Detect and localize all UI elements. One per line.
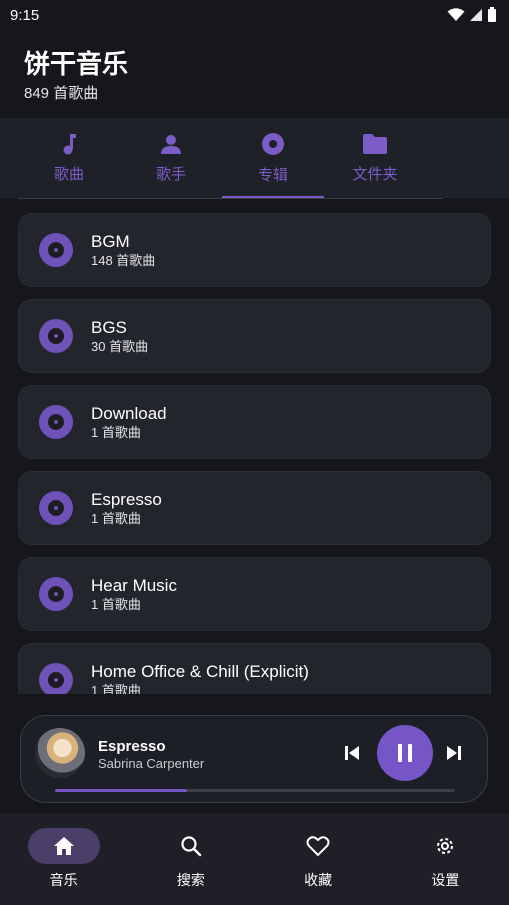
album-item[interactable]: Download 1 首歌曲 [18, 385, 491, 459]
album-item[interactable]: BGM 148 首歌曲 [18, 213, 491, 287]
bottom-nav: 音乐 搜索 收藏 设置 [0, 814, 509, 905]
album-name: BGM [91, 232, 130, 251]
disc-icon [262, 132, 284, 155]
nav-icon-container [155, 828, 227, 864]
status-icons [447, 7, 497, 23]
skip-next-icon[interactable] [445, 744, 463, 762]
nav-label: 设置 [431, 872, 460, 888]
album-item[interactable]: BGS 30 首歌曲 [18, 299, 491, 373]
nav-label: 收藏 [304, 872, 333, 888]
album-name: Hear Music [91, 576, 177, 595]
progress-fill [55, 789, 187, 792]
disc-icon [39, 233, 73, 267]
heart-icon [306, 836, 330, 857]
home-icon [53, 837, 74, 855]
album-song-count: 1 首歌曲 [91, 597, 141, 612]
nav-search[interactable]: 搜索 [141, 828, 241, 890]
album-name: Download [91, 404, 167, 423]
nav-indicator [27, 828, 100, 864]
nav-settings[interactable]: 设置 [395, 828, 495, 890]
pause-icon [398, 744, 412, 762]
tab-artists[interactable]: 歌手 [120, 118, 222, 198]
battery-icon [488, 7, 496, 22]
music-note-icon [63, 133, 76, 154]
status-time: 9:15 [10, 6, 40, 24]
album-song-count: 148 首歌曲 [91, 253, 156, 268]
folder-icon [363, 133, 387, 154]
person-icon [161, 134, 181, 154]
tab-songs[interactable]: 歌曲 [18, 118, 120, 198]
nav-label: 音乐 [49, 872, 78, 888]
wifi-icon [447, 8, 465, 21]
album-item[interactable]: Hear Music 1 首歌曲 [18, 557, 491, 631]
track-title: Espresso [98, 738, 166, 755]
tab-label: 歌手 [155, 165, 186, 183]
track-artist: Sabrina Carpenter [98, 756, 205, 771]
app-header: 饼干音乐 849 首歌曲 [0, 30, 509, 118]
disc-icon [39, 319, 73, 353]
album-name: Espresso [91, 490, 162, 509]
mini-player[interactable]: Espresso Sabrina Carpenter [20, 715, 488, 803]
search-icon [181, 836, 202, 857]
signal-icon [470, 9, 482, 21]
app-title: 饼干音乐 [24, 49, 129, 79]
album-song-count: 1 首歌曲 [91, 683, 141, 694]
pause-button[interactable] [377, 725, 433, 781]
nav-label: 搜索 [176, 872, 205, 888]
disc-icon [39, 577, 73, 611]
nav-icon-container [282, 828, 354, 864]
skip-previous-icon[interactable] [343, 744, 361, 762]
nav-favorites[interactable]: 收藏 [268, 828, 368, 890]
album-list[interactable]: BGM 148 首歌曲 BGS 30 首歌曲 Download 1 首歌曲 Es… [0, 199, 509, 694]
disc-icon [39, 405, 73, 439]
album-song-count: 1 首歌曲 [91, 511, 141, 526]
tab-label: 歌曲 [53, 165, 84, 183]
song-count: 849 首歌曲 [24, 85, 99, 102]
album-song-count: 1 首歌曲 [91, 425, 141, 440]
album-cover[interactable] [35, 728, 85, 778]
album-name: Home Office & Chill (Explicit) [91, 662, 309, 681]
status-bar: 9:15 [0, 0, 509, 30]
album-name: BGS [91, 318, 127, 337]
disc-icon [39, 663, 73, 694]
album-song-count: 30 首歌曲 [91, 339, 149, 354]
tab-folders[interactable]: 文件夹 [324, 118, 426, 198]
album-item[interactable]: Espresso 1 首歌曲 [18, 471, 491, 545]
disc-icon [39, 491, 73, 525]
tab-albums[interactable]: 专辑 [222, 118, 324, 198]
tab-label: 专辑 [257, 166, 288, 184]
playback-progress[interactable] [55, 789, 455, 792]
album-item[interactable]: Home Office & Chill (Explicit) 1 首歌曲 [18, 643, 491, 694]
nav-music[interactable]: 音乐 [14, 828, 114, 890]
gear-icon [437, 838, 454, 854]
nav-icon-container [409, 828, 481, 864]
library-tabs: 歌曲 歌手 专辑 文件夹 [0, 118, 509, 198]
tab-label: 文件夹 [352, 165, 398, 183]
